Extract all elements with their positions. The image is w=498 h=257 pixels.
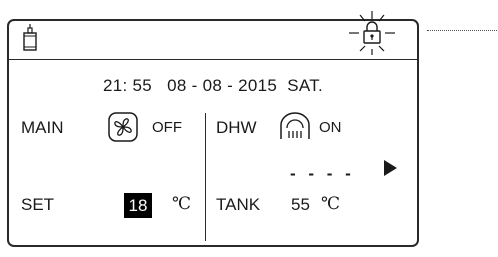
weekday-text: SAT. xyxy=(287,76,324,95)
fan-icon[interactable] xyxy=(108,112,138,142)
tank-label: TANK xyxy=(216,195,261,214)
time-text: 21: 55 xyxy=(102,76,153,95)
date-text: 08 - 08 - 2015 xyxy=(167,76,278,95)
dhw-placeholder: - - - - xyxy=(290,164,355,183)
arrow-right-icon[interactable] xyxy=(384,160,397,176)
dhw-state: ON xyxy=(319,119,342,136)
controller-panel: 21: 55 08 - 08 - 2015 SAT. MAIN OFF DHW … xyxy=(7,11,419,247)
main-label: MAIN xyxy=(21,118,64,137)
set-unit: ℃ xyxy=(172,194,192,214)
set-label: SET xyxy=(21,195,55,214)
tank-temperature-value: 55 xyxy=(291,195,310,214)
callout-leader-line xyxy=(427,30,497,31)
set-temperature-value[interactable]: 18 xyxy=(124,193,152,218)
compressor-icon xyxy=(23,24,37,51)
zone-divider xyxy=(205,113,206,241)
shower-icon[interactable] xyxy=(278,111,316,141)
lock-icon[interactable] xyxy=(347,9,397,57)
datetime-display: 21: 55 08 - 08 - 2015 SAT. xyxy=(9,76,417,96)
dhw-label: DHW xyxy=(216,118,257,137)
header-divider xyxy=(9,59,417,60)
tank-unit: ℃ xyxy=(321,194,341,214)
main-state: OFF xyxy=(152,119,182,136)
